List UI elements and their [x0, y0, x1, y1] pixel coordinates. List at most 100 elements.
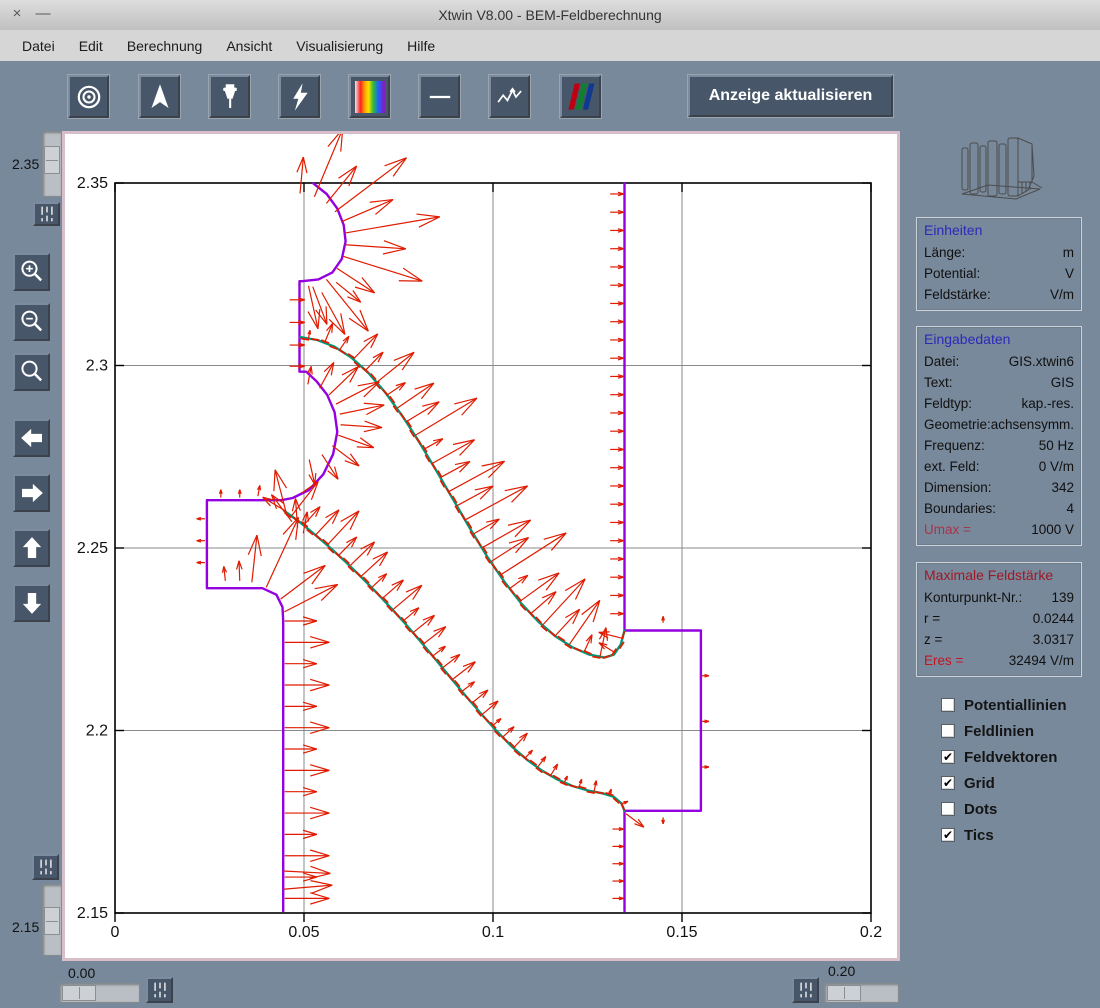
pan-up-button[interactable]: [13, 529, 50, 567]
panel-row: Boundaries: 4: [924, 498, 1074, 519]
svg-text:0: 0: [111, 924, 120, 941]
arrow-down-icon: [22, 593, 41, 614]
row-label: Konturpunkt-Nr.:: [924, 590, 1023, 605]
panel-row: Geometrie: achsensymm.: [924, 414, 1074, 435]
zoom-in-icon: [20, 260, 42, 282]
row-label: Dimension:: [924, 480, 992, 495]
panel-title: Eingabedaten: [924, 331, 1011, 347]
pan-left-button[interactable]: [13, 419, 50, 457]
x-right-slider-handle[interactable]: [827, 985, 861, 1001]
checkbox-label: Feldlinien: [964, 722, 1035, 740]
mixer-icon: [799, 982, 812, 998]
field-plot-panel[interactable]: 0 0.05 0.1 0.15 0.2 2.35 2.3 2.25 2.2 2.15: [62, 131, 900, 961]
panel-row: Länge: m: [924, 242, 1074, 263]
arrow-right-icon: [21, 483, 43, 503]
x-left-mixer-button[interactable]: [146, 977, 173, 1003]
row-value: 342: [1051, 480, 1074, 495]
svg-text:2.3: 2.3: [86, 358, 108, 375]
x-right-mixer-button[interactable]: [792, 977, 819, 1003]
zoom-out-button[interactable]: [13, 303, 50, 341]
checkbox-row-tics[interactable]: ✔ Tics: [941, 822, 1067, 848]
svg-text:0.1: 0.1: [482, 924, 504, 941]
checkbox-tics[interactable]: ✔: [941, 828, 955, 842]
row-value: 139: [1051, 590, 1074, 605]
target-tool-button[interactable]: [68, 75, 109, 118]
row-label: Frequenz:: [924, 438, 985, 453]
title-bar: × — Xtwin V8.00 - BEM-Feldberechnung: [0, 0, 1100, 31]
mixer-icon: [40, 206, 53, 222]
rgb-tool-button[interactable]: [560, 75, 601, 118]
checkbox-feldvektoren[interactable]: ✔: [941, 750, 955, 764]
menu-item-ansicht[interactable]: Ansicht: [216, 34, 282, 58]
row-label: Eres =: [924, 653, 964, 668]
zoom-window-button[interactable]: [13, 353, 50, 391]
lightning-icon: [292, 82, 308, 111]
checkbox-dots[interactable]: [941, 802, 955, 816]
checkbox-row-dots[interactable]: Dots: [941, 796, 1067, 822]
y-top-slider[interactable]: [42, 131, 62, 197]
checkbox-row-feldlinien[interactable]: Feldlinien: [941, 718, 1067, 744]
app-window: × — Xtwin V8.00 - BEM-Feldberechnung Dat…: [0, 0, 1100, 1008]
svg-text:0.15: 0.15: [666, 924, 697, 941]
y-bottom-mixer-button[interactable]: [32, 854, 59, 880]
zoom-in-button[interactable]: [13, 253, 50, 291]
y-bottom-slider[interactable]: [42, 884, 62, 956]
menu-bar: Datei Edit Berechnung Ansicht Visualisierung…: [0, 30, 1100, 61]
panel-row: Text: GIS: [924, 372, 1074, 393]
row-value: V: [1064, 266, 1074, 281]
menu-item-hilfe[interactable]: Hilfe: [397, 34, 445, 58]
menu-item-visualisierung[interactable]: Visualisierung: [286, 34, 393, 58]
line-tool-button[interactable]: [419, 75, 460, 118]
input-data-panel: Eingabedaten Datei: GIS.xtwin6 Text: GIS Feld…: [916, 326, 1082, 546]
row-value: GIS: [1050, 375, 1074, 390]
checkbox-grid[interactable]: ✔: [941, 776, 955, 790]
checkbox-row-feldvektoren[interactable]: ✔ Feldvektoren: [941, 744, 1067, 770]
menu-item-edit[interactable]: Edit: [69, 34, 113, 58]
checkbox-row-potentiallinien[interactable]: Potentiallinien: [941, 692, 1067, 718]
panel-row: Feldstärke: V/m: [924, 284, 1074, 305]
checkbox-row-grid[interactable]: ✔ Grid: [941, 770, 1067, 796]
panel-row: Konturpunkt-Nr.: 139: [924, 587, 1074, 608]
menu-item-berechnung[interactable]: Berechnung: [117, 34, 213, 58]
svg-text:2.25: 2.25: [77, 540, 108, 557]
panel-row: ext. Feld: 0 V/m: [924, 456, 1074, 477]
row-label: Datei:: [924, 354, 960, 369]
update-display-button[interactable]: Anzeige aktualisieren: [688, 75, 893, 117]
display-options: Potentiallinien Feldlinien ✔ Feldvektoren ✔ G…: [941, 692, 1067, 848]
mixer-icon: [39, 859, 52, 875]
row-label: Text:: [924, 375, 953, 390]
svg-text:0.05: 0.05: [288, 924, 319, 941]
pointer-tool-button[interactable]: [139, 75, 180, 118]
row-value: achsensymm.: [990, 417, 1075, 432]
signal-tool-button[interactable]: [489, 75, 530, 118]
pin-tool-button[interactable]: [209, 75, 250, 118]
checkbox-label: Dots: [964, 800, 998, 818]
nav-arrow-icon: [151, 83, 168, 108]
checkbox-label: Feldvektoren: [964, 748, 1058, 766]
rainbow-icon: [354, 80, 385, 113]
x-right-slider[interactable]: [824, 983, 899, 1003]
x-left-slider-handle[interactable]: [62, 985, 96, 1001]
checkbox-label: Grid: [964, 774, 995, 792]
pan-down-button[interactable]: [13, 584, 50, 622]
y-top-slider-handle[interactable]: [44, 146, 60, 174]
target-icon: [77, 85, 100, 108]
colormap-tool-button[interactable]: [349, 75, 390, 118]
checkbox-feldlinien[interactable]: [941, 724, 955, 738]
row-value: 0 V/m: [1038, 459, 1074, 474]
row-value: kap.-res.: [1021, 396, 1074, 411]
panel-title: Maximale Feldstärke: [924, 567, 1054, 583]
field-tool-button[interactable]: [279, 75, 320, 118]
y-top-mixer-button[interactable]: [33, 202, 60, 226]
row-value: 3.0317: [1032, 632, 1074, 647]
y-bottom-slider-handle[interactable]: [44, 907, 60, 935]
x-left-slider[interactable]: [59, 983, 140, 1003]
svg-text:2.15: 2.15: [77, 905, 108, 922]
row-label: Umax =: [924, 522, 971, 537]
checkbox-potentiallinien[interactable]: [941, 698, 955, 712]
axis-labels-layer: 0 0.05 0.1 0.15 0.2 2.35 2.3 2.25 2.2 2.15: [77, 175, 882, 941]
menu-item-datei[interactable]: Datei: [12, 34, 65, 58]
checkbox-label: Potentiallinien: [964, 696, 1067, 714]
pan-right-button[interactable]: [13, 474, 50, 512]
panel-row: Frequenz: 50 Hz: [924, 435, 1074, 456]
